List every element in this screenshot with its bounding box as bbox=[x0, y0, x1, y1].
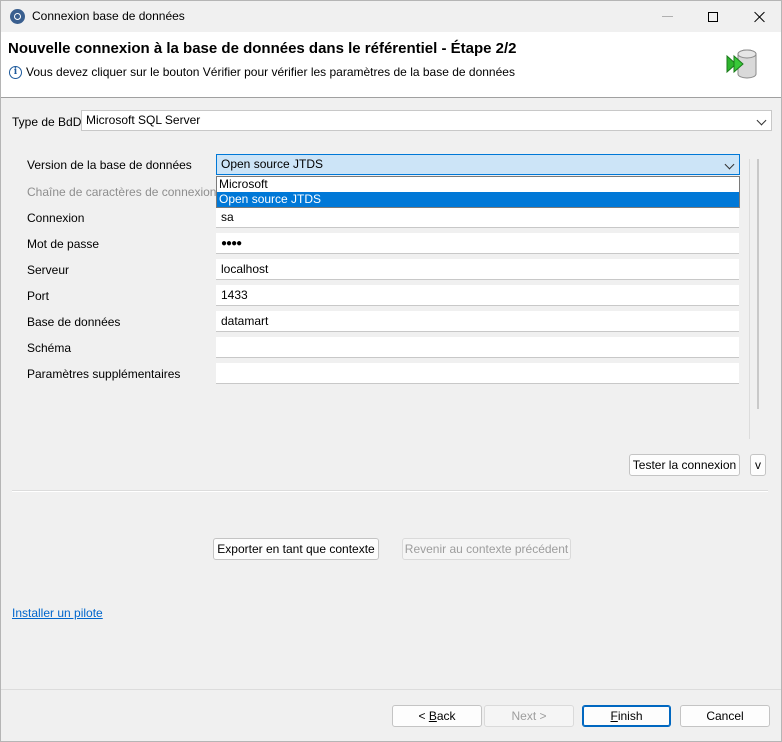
cancel-button[interactable]: Cancel bbox=[680, 705, 770, 727]
extra-params-input[interactable] bbox=[216, 363, 739, 384]
database-input[interactable]: datamart bbox=[216, 311, 739, 332]
connection-string-label: Chaîne de caractères de connexion bbox=[27, 185, 217, 199]
chevron-down-icon bbox=[756, 115, 767, 126]
export-context-button[interactable]: Exporter en tant que contexte bbox=[213, 538, 379, 560]
vertical-scrollbar[interactable] bbox=[757, 159, 759, 409]
version-option-microsoft[interactable]: Microsoft bbox=[217, 177, 739, 192]
window-title: Connexion base de données bbox=[32, 9, 185, 23]
app-icon bbox=[10, 9, 25, 24]
maximize-button[interactable] bbox=[690, 1, 736, 32]
finish-button[interactable]: Finish bbox=[582, 705, 671, 727]
database-icon bbox=[726, 49, 757, 79]
db-type-select[interactable]: Microsoft SQL Server bbox=[81, 110, 772, 131]
chevron-down-icon bbox=[724, 159, 735, 170]
close-button[interactable] bbox=[736, 1, 782, 32]
server-input[interactable]: localhost bbox=[216, 259, 739, 280]
login-label: Connexion bbox=[27, 211, 85, 225]
next-button: Next > bbox=[484, 705, 574, 727]
finish-rest: inish bbox=[617, 709, 643, 723]
minimize-button[interactable] bbox=[644, 1, 690, 32]
test-menu-button[interactable]: v bbox=[750, 454, 766, 476]
wizard-header: Nouvelle connexion à la base de données … bbox=[1, 32, 781, 98]
version-option-jtds[interactable]: Open source JTDS bbox=[217, 192, 739, 207]
back-prefix: < bbox=[418, 709, 429, 723]
separator bbox=[12, 490, 768, 492]
version-select[interactable]: Open source JTDS bbox=[216, 154, 740, 175]
schema-input[interactable] bbox=[216, 337, 739, 358]
dialog-window: Connexion base de données Nouvelle conne… bbox=[0, 0, 782, 742]
test-connection-button[interactable]: Tester la connexion bbox=[629, 454, 740, 476]
extra-params-label: Paramètres supplémentaires bbox=[27, 367, 181, 381]
title-bar: Connexion base de données bbox=[1, 1, 781, 32]
password-input[interactable]: ●●●● bbox=[216, 233, 739, 254]
maximize-icon bbox=[708, 11, 718, 22]
login-input[interactable]: sa bbox=[216, 207, 739, 228]
version-dropdown-list: Microsoft Open source JTDS bbox=[216, 176, 740, 208]
minimize-icon bbox=[661, 16, 673, 17]
close-icon bbox=[753, 11, 765, 23]
page-title: Nouvelle connexion à la base de données … bbox=[8, 40, 517, 57]
scroll-area-border bbox=[749, 159, 750, 439]
back-mnemonic: B bbox=[428, 709, 437, 723]
db-type-label: Type de BdD bbox=[12, 115, 82, 129]
revert-context-button: Revenir au contexte précédent bbox=[402, 538, 571, 560]
back-button[interactable]: < Back bbox=[392, 705, 482, 727]
port-input[interactable]: 1433 bbox=[216, 285, 739, 306]
header-description: Vous devez cliquer sur le bouton Vérifie… bbox=[26, 65, 515, 79]
port-label: Port bbox=[27, 289, 50, 303]
version-label: Version de la base de données bbox=[27, 158, 192, 172]
version-value: Open source JTDS bbox=[221, 157, 324, 171]
server-label: Serveur bbox=[27, 263, 70, 277]
finish-mnemonic: F bbox=[610, 709, 618, 723]
schema-label: Schéma bbox=[27, 341, 72, 355]
info-icon: i bbox=[9, 66, 22, 79]
install-driver-link[interactable]: Installer un pilote bbox=[12, 606, 103, 620]
footer-divider bbox=[1, 689, 781, 690]
db-type-value: Microsoft SQL Server bbox=[86, 113, 201, 127]
database-label: Base de données bbox=[27, 315, 121, 329]
back-rest: ack bbox=[436, 709, 456, 723]
password-label: Mot de passe bbox=[27, 237, 100, 251]
